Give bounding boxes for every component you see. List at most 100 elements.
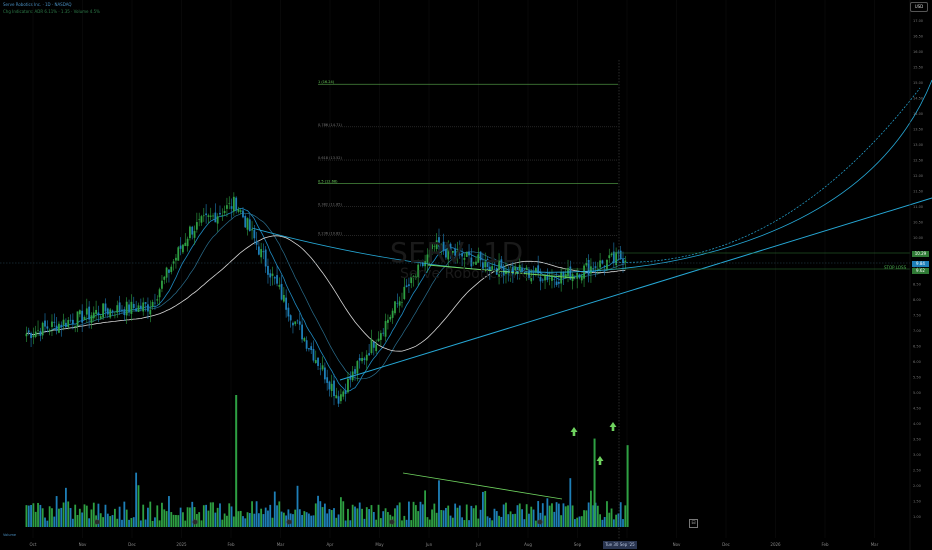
volume-bar: [368, 509, 371, 527]
symbol-header[interactable]: Serve Robotics Inc. · 1D · NASDAQ: [3, 2, 72, 7]
volume-bar: [53, 516, 56, 527]
volume-bar: [151, 520, 154, 527]
volume-bar: [585, 510, 588, 527]
volume-spike-bar: [235, 395, 238, 527]
volume-bar: [608, 512, 611, 527]
candle-body: [253, 229, 256, 239]
price-tick: 11.50: [913, 190, 923, 194]
candle-body: [172, 261, 175, 264]
resistance-price-tag: 10.29: [912, 251, 929, 257]
volume-bar: [170, 512, 173, 527]
candle-body: [76, 311, 79, 327]
price-tick: 4.50: [913, 407, 921, 411]
volume-bar: [232, 516, 235, 527]
volume-bar: [576, 517, 579, 527]
volume-bar: [244, 518, 247, 527]
price-tick: 15.50: [913, 66, 923, 70]
candle-body: [296, 320, 299, 322]
volume-bar: [172, 514, 175, 527]
volume-bar: [273, 491, 276, 527]
candle-body: [285, 297, 288, 310]
candle-body: [583, 265, 585, 279]
drawing-tools-icon[interactable]: ⊟: [689, 519, 698, 528]
volume-bar: [27, 505, 30, 527]
volume-bar: [280, 511, 283, 527]
volume-bar: [85, 505, 88, 527]
candle-body: [106, 308, 109, 315]
price-tick: 16.50: [913, 35, 923, 39]
volume-bar: [624, 505, 627, 527]
volume-bar: [118, 506, 121, 527]
volume-bar: [267, 510, 269, 527]
volume-bar: [438, 480, 440, 527]
candle-body: [260, 249, 263, 258]
candle-body: [223, 211, 226, 213]
candle-body: [273, 277, 276, 279]
volume-bar: [532, 509, 535, 527]
candle-body: [48, 329, 51, 332]
candle-body: [405, 285, 408, 287]
candle-body: [375, 344, 378, 352]
time-tick: Mar: [871, 542, 879, 547]
price-tick: 12.50: [913, 159, 923, 163]
candle-body: [27, 330, 30, 332]
candle-body: [65, 322, 67, 327]
time-tick: Sep: [574, 542, 582, 547]
candle-body: [239, 210, 242, 212]
volume-bar: [228, 503, 231, 527]
volume-bar: [163, 509, 166, 527]
candle-body: [539, 276, 542, 282]
volume-bar: [177, 515, 180, 527]
volume-bar: [333, 508, 335, 527]
time-tick: Nov: [673, 542, 681, 547]
candle-body: [232, 196, 235, 212]
indicator-header[interactable]: Chg Indicators: ADR 6.11% · 1.35 · Volum…: [3, 9, 100, 14]
candle-body: [384, 321, 387, 337]
volume-bar: [396, 505, 399, 527]
volume-bar: [32, 503, 35, 527]
volume-bar: [90, 509, 93, 527]
volume-bar: [479, 509, 482, 527]
volume-bar: [384, 508, 387, 527]
volume-bar: [375, 519, 378, 527]
volume-bar: [175, 514, 177, 527]
candle-body: [116, 305, 119, 313]
candle-body: [168, 269, 170, 273]
volume-bar: [214, 512, 217, 527]
volume-bar: [387, 512, 389, 527]
fib-label: 0.786 (14.71): [318, 123, 343, 127]
candle-body: [39, 331, 42, 336]
volume-bar: [154, 517, 156, 527]
volume-bar: [104, 504, 107, 527]
volume-bar: [260, 508, 263, 527]
volume-bar: [567, 505, 569, 527]
candle-body: [301, 324, 303, 340]
volume-bar: [484, 490, 487, 527]
volume-label: Volume: [3, 533, 16, 537]
volume-bar: [168, 496, 170, 527]
candle-body: [30, 333, 32, 339]
candle-body: [202, 215, 205, 217]
candle-body: [226, 205, 228, 209]
volume-bar: [534, 520, 537, 527]
candle-body: [382, 332, 385, 334]
volume-bar: [431, 509, 433, 527]
volume-bar: [161, 502, 163, 527]
candle-body: [137, 305, 140, 312]
candle-body: [257, 246, 260, 255]
volume-bar: [186, 507, 189, 527]
price-tick: 3.50: [913, 438, 921, 442]
volume-bar: [340, 497, 342, 527]
candle-body: [207, 215, 210, 217]
volume-bar: [312, 515, 315, 527]
volume-bar: [83, 504, 86, 527]
volume-bar: [414, 505, 417, 527]
volume-bar: [521, 509, 523, 527]
volume-bar: [351, 504, 354, 527]
candle-body: [555, 281, 558, 285]
candle-body: [317, 357, 319, 366]
candle-body: [363, 358, 366, 360]
currency-button[interactable]: USD: [910, 2, 928, 12]
candle-body: [248, 219, 251, 232]
volume-bar: [560, 515, 563, 527]
